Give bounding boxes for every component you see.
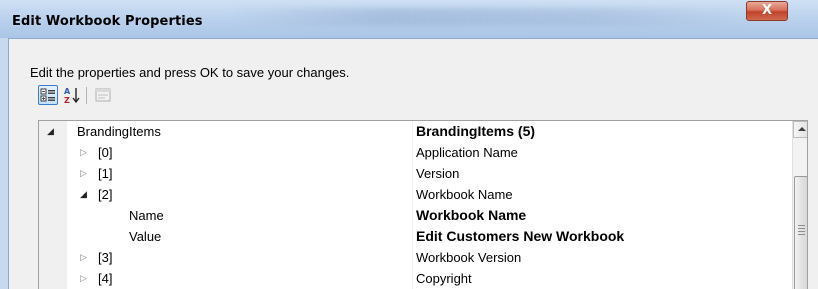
window-title: Edit Workbook Properties	[12, 14, 203, 29]
row-gutter	[39, 163, 67, 184]
row-gutter	[39, 247, 67, 268]
column-divider	[412, 184, 413, 205]
scroll-thumb[interactable]	[794, 176, 807, 289]
title-bar[interactable]: Edit Workbook Properties X	[0, 0, 818, 38]
row-gutter	[39, 184, 67, 205]
property-value[interactable]: Edit Customers New Workbook	[416, 228, 624, 244]
row-gutter	[39, 226, 67, 247]
grid-row-item-3[interactable]: ▷ [3] Workbook Version	[39, 247, 791, 268]
row-gutter	[39, 142, 67, 163]
grid-row-brandingitems[interactable]: ◢ BrandingItems BrandingItems (5)	[39, 121, 791, 142]
property-value: Copyright	[416, 271, 472, 286]
property-name: [1]	[98, 166, 113, 181]
grip-line	[798, 234, 805, 235]
column-divider	[412, 247, 413, 268]
svg-text:A: A	[64, 87, 71, 96]
property-pages-icon	[95, 88, 111, 102]
grid-row-item-4[interactable]: ▷ [4] Copyright	[39, 268, 791, 289]
property-name: Value	[129, 229, 162, 244]
property-grid[interactable]: ◢ BrandingItems BrandingItems (5) ▷ [0] …	[38, 120, 808, 289]
column-divider	[412, 142, 413, 163]
column-divider	[412, 163, 413, 184]
property-name: [3]	[98, 250, 113, 265]
property-name: [0]	[98, 145, 113, 160]
edit-workbook-properties-window: Edit Workbook Properties X Edit the prop…	[0, 0, 818, 289]
grid-row-item-0[interactable]: ▷ [0] Application Name	[39, 142, 791, 163]
property-name: [2]	[98, 187, 113, 202]
toolbar-separator	[86, 87, 87, 104]
property-pages-button[interactable]	[93, 85, 113, 105]
categorized-view-icon	[40, 88, 55, 102]
expand-triangle-icon[interactable]: ▷	[80, 147, 90, 157]
column-divider	[412, 226, 413, 247]
expand-triangle-icon[interactable]: ▷	[80, 273, 90, 283]
background-blur	[230, 8, 750, 26]
grip-line	[798, 225, 805, 226]
property-value: Application Name	[416, 145, 518, 160]
grid-row-item-2[interactable]: ◢ [2] Workbook Name	[39, 184, 791, 205]
instruction-text: Edit the properties and press OK to save…	[30, 65, 350, 80]
property-value: Version	[416, 166, 460, 181]
grip-line	[798, 231, 805, 232]
vertical-scrollbar[interactable]	[792, 121, 807, 289]
column-divider	[412, 268, 413, 289]
grip-line	[798, 228, 805, 229]
property-name: BrandingItems	[77, 124, 161, 139]
scroll-up-button[interactable]	[793, 121, 807, 138]
sort-alphabetical-icon: A Z	[64, 87, 80, 105]
row-gutter	[39, 205, 67, 226]
property-value: Workbook Version	[416, 250, 522, 265]
property-name: [4]	[98, 271, 113, 286]
grid-row-name[interactable]: Name Workbook Name	[39, 205, 791, 226]
expand-triangle-icon[interactable]: ▷	[80, 168, 90, 178]
close-icon: X	[761, 3, 773, 18]
property-value[interactable]: Workbook Name	[416, 207, 526, 223]
expand-triangle-icon[interactable]: ▷	[80, 252, 90, 262]
collapse-triangle-icon[interactable]: ◢	[80, 189, 90, 199]
svg-text:Z: Z	[64, 96, 70, 105]
grid-row-item-1[interactable]: ▷ [1] Version	[39, 163, 791, 184]
property-name: Name	[129, 208, 164, 223]
grid-row-value[interactable]: Value Edit Customers New Workbook	[39, 226, 791, 247]
column-divider	[412, 205, 413, 226]
column-divider[interactable]	[412, 121, 413, 142]
property-value: Workbook Name	[416, 187, 513, 202]
close-button[interactable]: X	[746, 1, 788, 21]
row-gutter	[39, 268, 67, 289]
categorized-button[interactable]	[38, 85, 58, 105]
alphabetical-button[interactable]: A Z	[62, 85, 82, 105]
property-value: BrandingItems (5)	[416, 123, 536, 139]
collapse-triangle-icon[interactable]: ◢	[47, 126, 57, 136]
